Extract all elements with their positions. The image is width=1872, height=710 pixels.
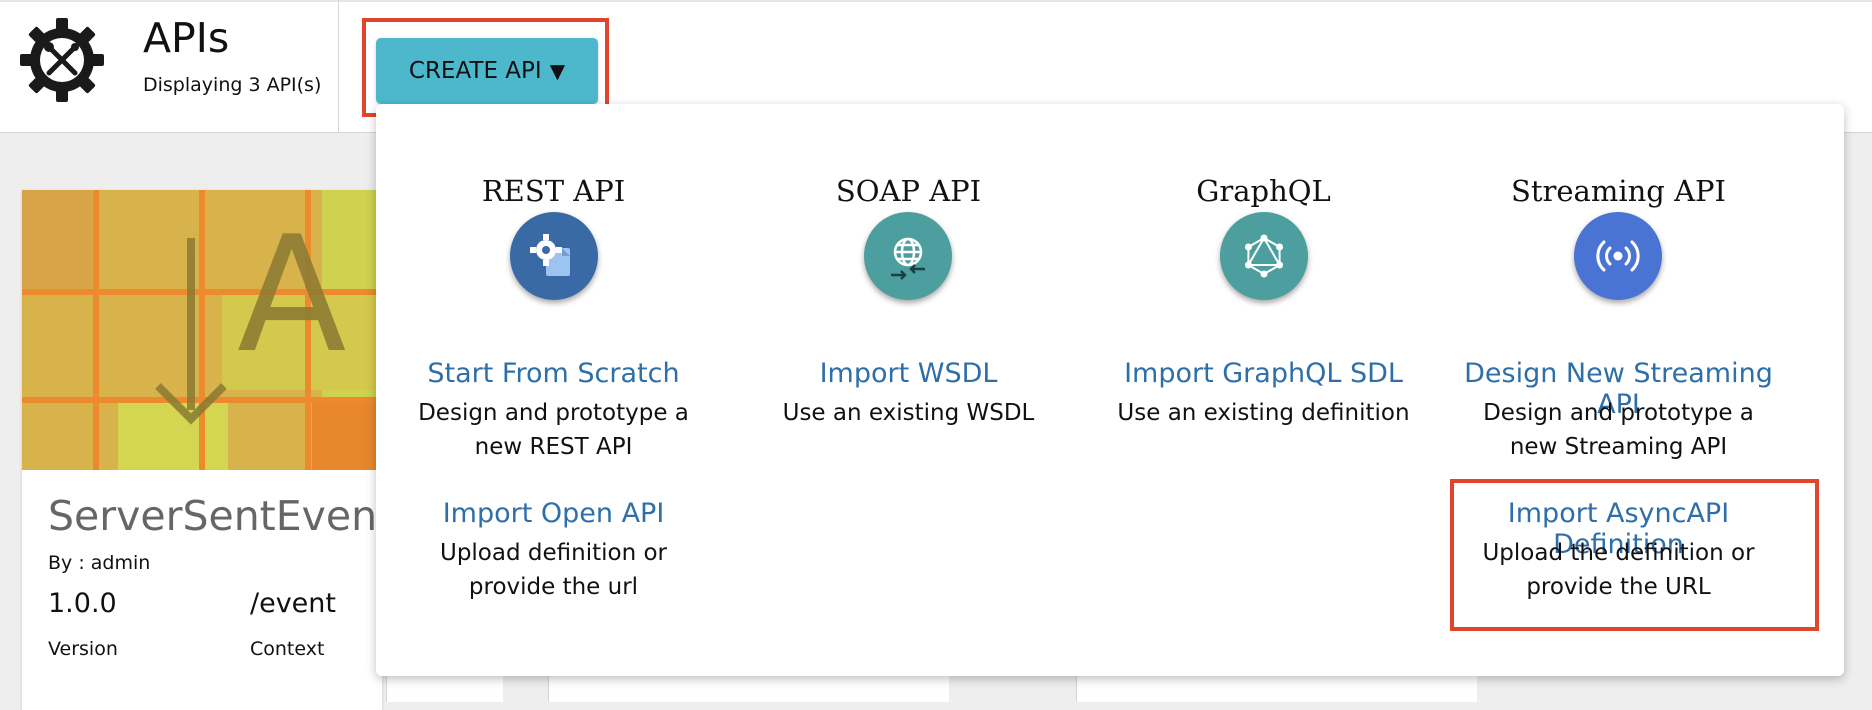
version-label: Version <box>48 638 118 660</box>
api-owner: By : admin <box>48 552 151 574</box>
api-thumbnail: A <box>22 190 382 470</box>
broadcast-icon <box>1574 212 1662 300</box>
background-card-edge <box>548 676 949 702</box>
globe-import-icon <box>864 212 952 300</box>
page-title: APIs <box>143 14 230 62</box>
import-graphql-sdl-link[interactable]: Import GraphQL SDL <box>1086 358 1441 389</box>
thumbnail-letters: A <box>237 201 346 388</box>
import-open-api-link[interactable]: Import Open API <box>376 498 731 529</box>
option-description: Use an existing WSDL <box>782 400 1035 426</box>
create-button-highlight <box>362 18 609 117</box>
api-version: 1.0.0 <box>48 588 117 619</box>
column-heading: Streaming API <box>1511 174 1726 208</box>
gear-wrench-icon <box>20 18 104 102</box>
option-description: Design and prototype a new Streaming API <box>1483 400 1754 460</box>
option-description: Design and prototype a new REST API <box>418 400 689 460</box>
import-wsdl-link[interactable]: Import WSDL <box>731 358 1086 389</box>
background-card-edge <box>1076 676 1477 702</box>
page-subtitle: Displaying 3 API(s) <box>143 74 322 96</box>
context-label: Context <box>250 638 325 660</box>
api-card[interactable]: A ServerSentEvent By : admin 1.0.0 /even… <box>22 190 393 710</box>
graphql-icon <box>1220 212 1308 300</box>
api-context: /event <box>250 588 336 619</box>
column-heading: GraphQL <box>1196 174 1331 208</box>
rest-settings-icon <box>510 212 598 300</box>
column-heading: SOAP API <box>835 174 982 208</box>
api-name[interactable]: ServerSentEvent <box>48 492 393 540</box>
header-top-line <box>0 0 1872 2</box>
option-description: Upload definition or provide the url <box>439 540 667 600</box>
option-description: Use an existing definition <box>1117 400 1410 426</box>
header-divider <box>338 0 339 132</box>
asyncapi-highlight <box>1450 479 1819 631</box>
start-from-scratch-link[interactable]: Start From Scratch <box>376 358 731 389</box>
column-heading: REST API <box>481 174 626 208</box>
background-card-edge <box>386 676 503 702</box>
